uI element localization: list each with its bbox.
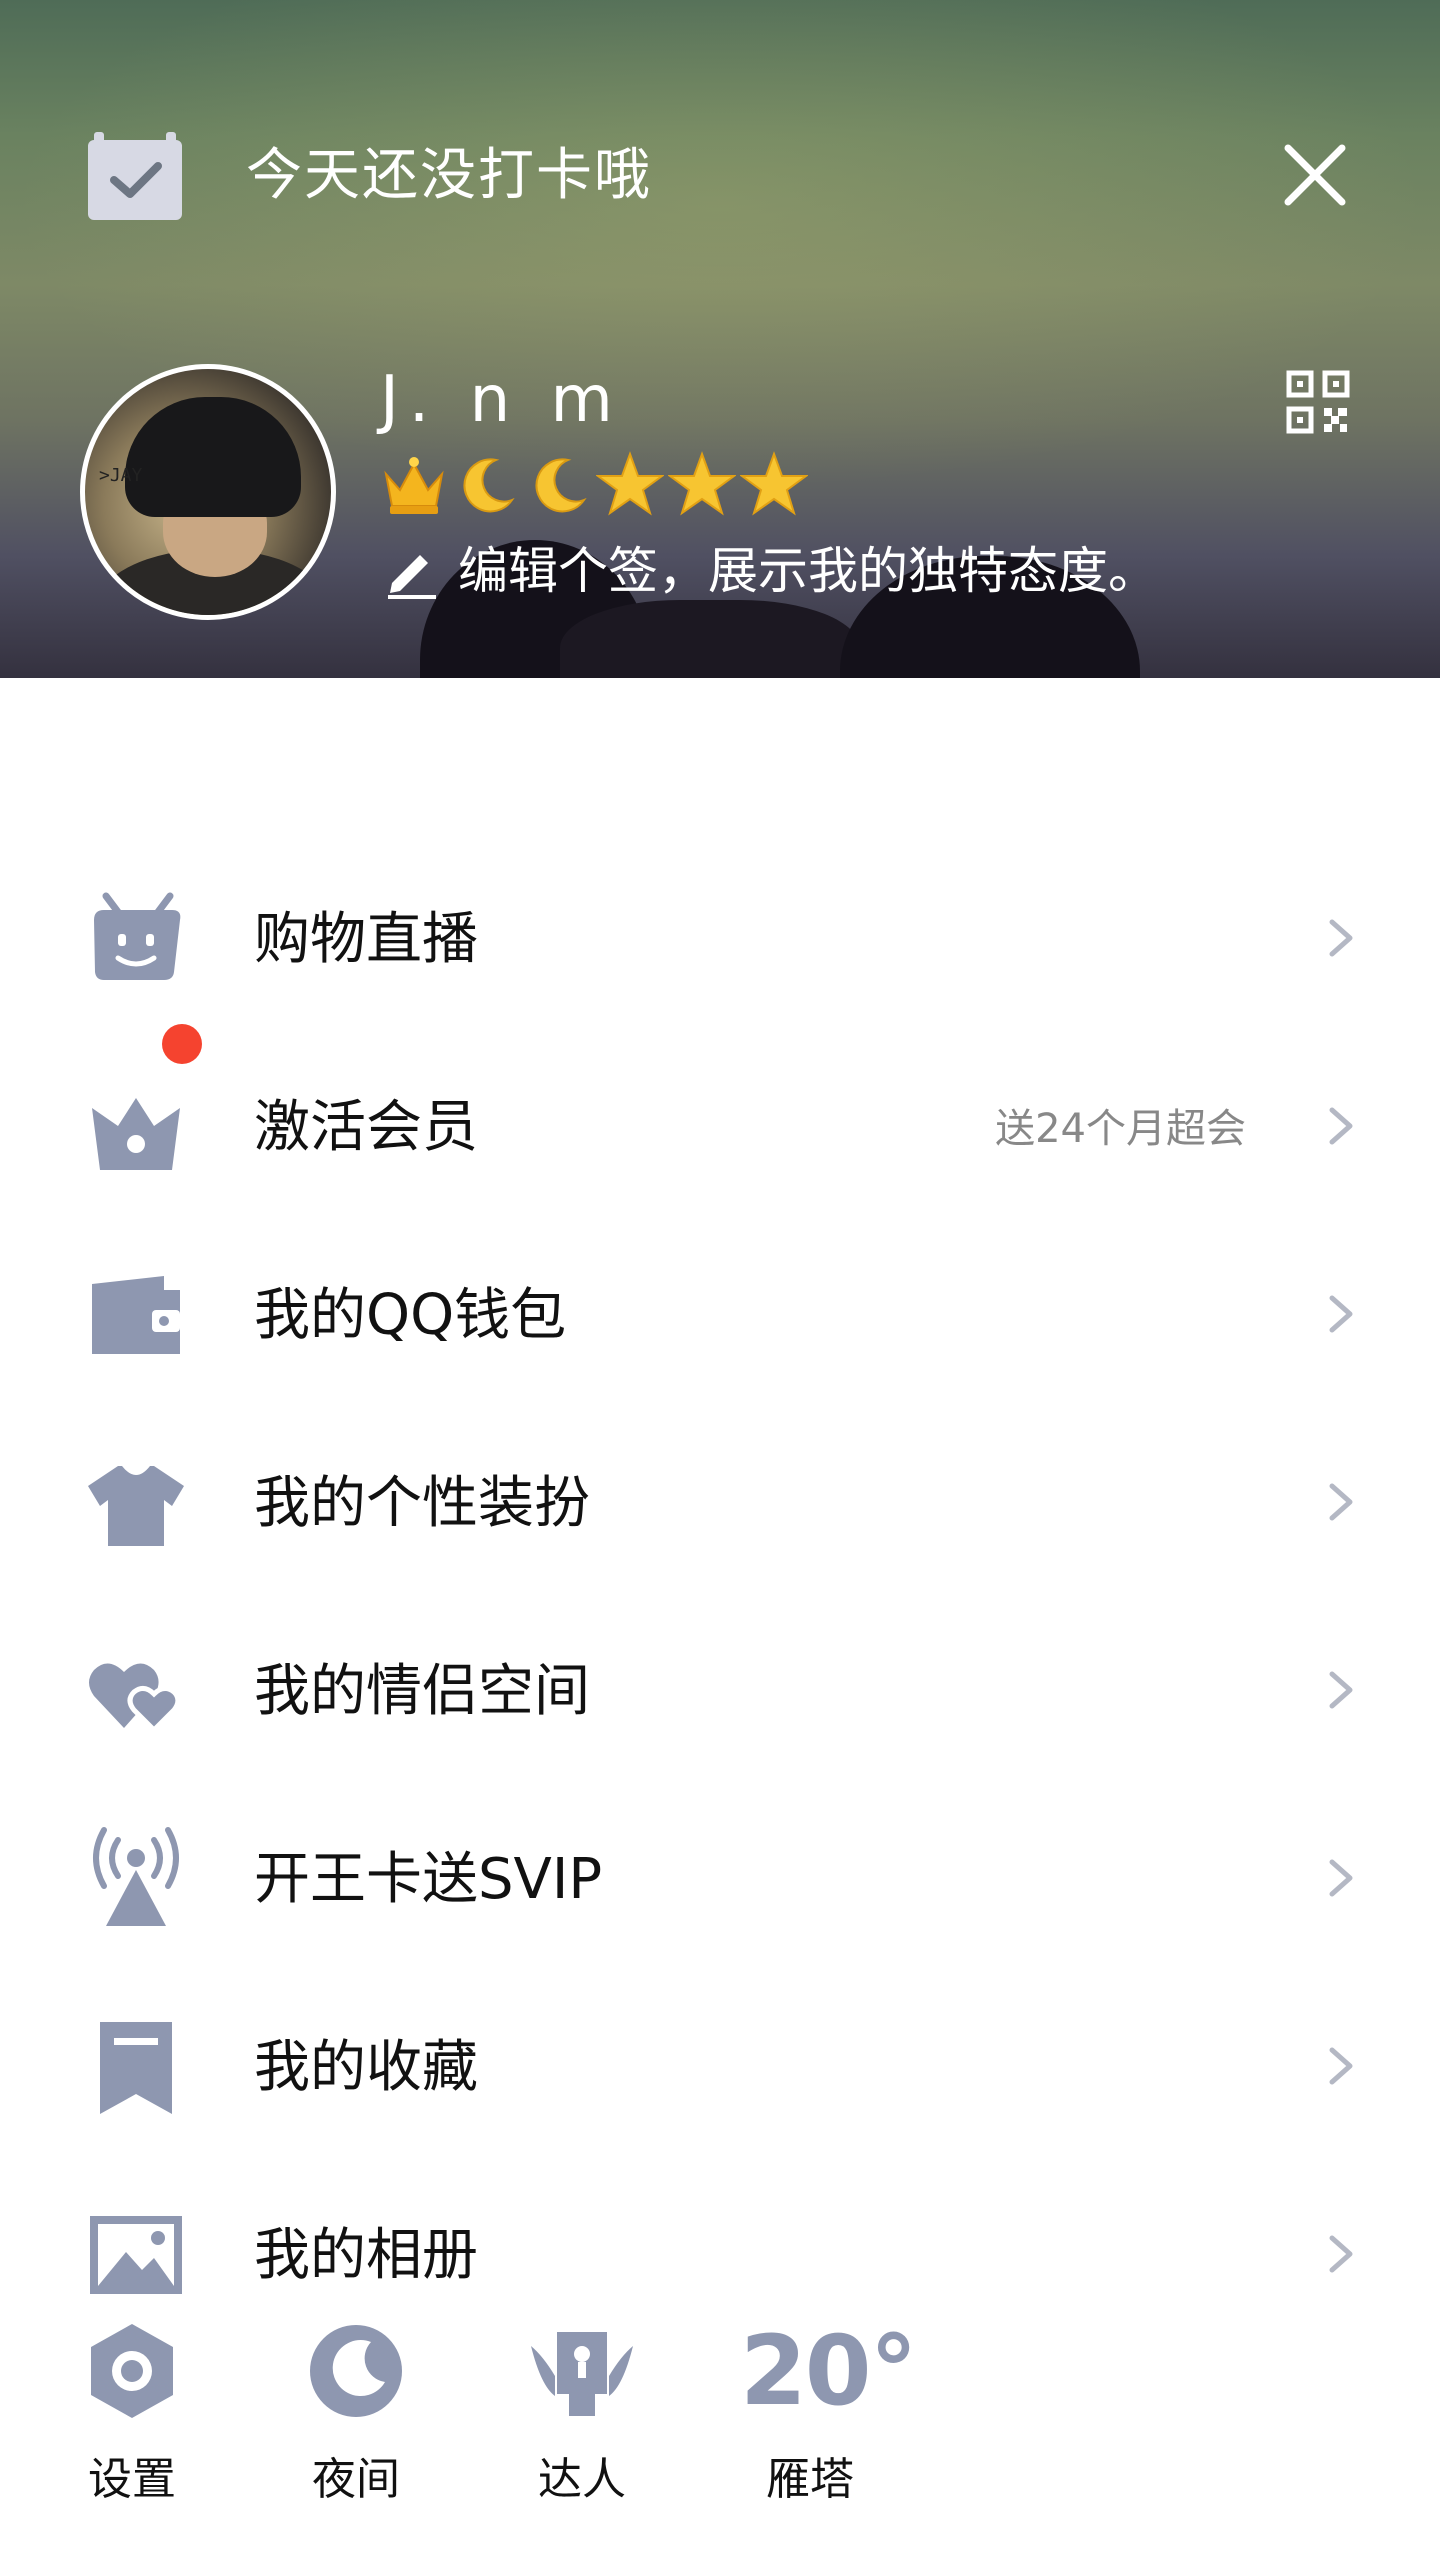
moon-icon <box>535 458 587 513</box>
star-icon <box>668 451 736 516</box>
close-icon[interactable] <box>1280 140 1350 210</box>
bottom-toolbar: 设置 夜间 达人 20° 雁塔 <box>0 2296 1440 2560</box>
photo-icon <box>90 2216 182 2294</box>
star-icon <box>740 451 808 516</box>
menu-item-subtitle: 送24个月超会 <box>995 1106 1246 1152</box>
star-icon <box>596 451 664 516</box>
menu-item-label: 我的情侣空间 <box>254 1659 590 1724</box>
avatar-hat <box>125 397 301 517</box>
chevron-right-icon <box>1329 1107 1353 1145</box>
chevron-right-icon <box>1329 2235 1353 2273</box>
chevron-right-icon <box>1329 1295 1353 1333</box>
crown-bag-icon <box>92 1098 180 1170</box>
menu-item-label: 我的个性装扮 <box>254 1471 590 1536</box>
weather-widget[interactable]: 20° 雁塔 <box>740 2315 918 2508</box>
couple-heart-icon <box>89 1663 181 1734</box>
menu-item-king-card-svip[interactable]: 开王卡送SVIP <box>0 1786 1440 1974</box>
notification-dot <box>162 1024 202 1064</box>
night-mode-button[interactable]: 夜间 <box>286 2316 426 2508</box>
expert-button[interactable]: 达人 <box>512 2316 652 2508</box>
chevron-right-icon <box>1329 1483 1353 1521</box>
chevron-right-icon <box>1329 919 1353 957</box>
chevron-right-icon <box>1329 1671 1353 1709</box>
menu-item-label: 购物直播 <box>254 907 478 972</box>
tv-robot-icon <box>94 892 181 980</box>
menu-item-label: 我的收藏 <box>254 2035 478 2100</box>
signature-edit[interactable]: 编辑个签，展示我的独特态度。 <box>384 536 1158 606</box>
tshirt-icon <box>88 1466 184 1546</box>
avatar[interactable]: >JAY <box>80 364 336 620</box>
username[interactable]: J. n m <box>380 360 623 440</box>
night-mode-label: 夜间 <box>312 2454 400 2505</box>
menu-item-label: 我的QQ钱包 <box>254 1283 567 1348</box>
avatar-logo: >JAY <box>99 465 143 486</box>
menu-list: 购物直播 激活会员 送24个月超会 我的QQ钱包 我的个性装扮 我的情侣空间 开… <box>0 846 1440 2350</box>
pencil-icon <box>388 555 436 599</box>
wallet-icon <box>92 1276 180 1354</box>
expert-label: 达人 <box>538 2454 626 2505</box>
bookmark-icon <box>100 2022 172 2114</box>
menu-item-label: 我的相册 <box>254 2223 478 2288</box>
level-badges[interactable] <box>380 450 808 518</box>
winged-bell-icon <box>531 2332 633 2416</box>
settings-label: 设置 <box>88 2454 176 2505</box>
profile-header: 今天还没打卡哦 >JAY J. n m 编辑个签，展示我的独特态度。 <box>0 0 1440 678</box>
settings-button[interactable]: 设置 <box>62 2316 202 2508</box>
menu-item-shopping-live[interactable]: 购物直播 <box>0 846 1440 1034</box>
menu-item-qq-wallet[interactable]: 我的QQ钱包 <box>0 1222 1440 1410</box>
signature-text: 编辑个签，展示我的独特态度。 <box>458 542 1158 600</box>
menu-item-label: 开王卡送SVIP <box>254 1847 603 1912</box>
menu-item-favorites[interactable]: 我的收藏 <box>0 1974 1440 2162</box>
moon-icon <box>310 2325 402 2417</box>
weather-city: 雁塔 <box>766 2454 854 2505</box>
qr-code-icon[interactable] <box>1286 370 1350 434</box>
chevron-right-icon <box>1329 2047 1353 2085</box>
menu-item-activate-membership[interactable]: 激活会员 送24个月超会 <box>0 1024 1440 1222</box>
calendar-check-icon[interactable] <box>88 132 182 220</box>
background-silhouette <box>560 600 860 678</box>
moon-icon <box>463 458 515 513</box>
menu-item-label: 激活会员 <box>254 1095 478 1160</box>
gear-icon <box>91 2324 173 2418</box>
menu-item-couple-space[interactable]: 我的情侣空间 <box>0 1598 1440 1786</box>
menu-item-personal-theme[interactable]: 我的个性装扮 <box>0 1410 1440 1598</box>
chevron-right-icon <box>1329 1859 1353 1897</box>
weather-temperature: 20° <box>740 2315 918 2427</box>
signal-tower-icon <box>93 1827 179 1926</box>
checkin-reminder-text[interactable]: 今天还没打卡哦 <box>246 140 652 212</box>
crown-icon <box>384 457 444 514</box>
